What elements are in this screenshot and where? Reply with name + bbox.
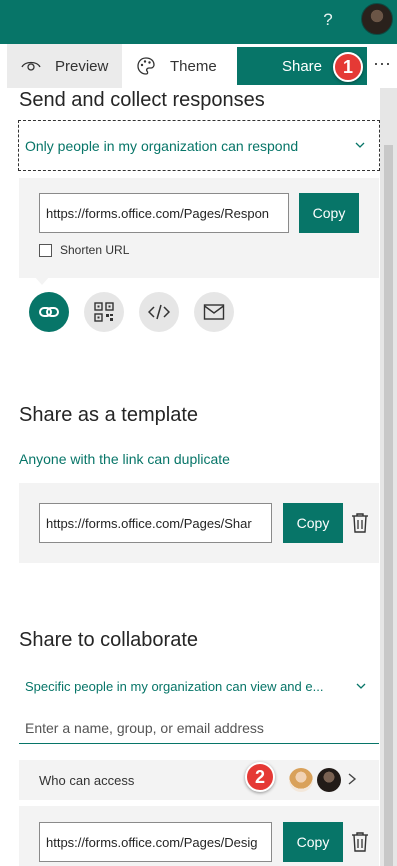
shorten-url-checkbox[interactable]: [39, 244, 52, 257]
delete-icon[interactable]: [350, 512, 370, 534]
scrollbar-thumb[interactable]: [384, 145, 393, 866]
copy-collaborate-url-button[interactable]: Copy: [283, 822, 343, 862]
chevron-down-icon: [355, 142, 365, 148]
shorten-url-label: Shorten URL: [60, 243, 130, 257]
collaborator-avatar: [317, 768, 341, 792]
collaborator-avatar: [289, 768, 313, 792]
share-embed-button[interactable]: [139, 292, 179, 332]
people-picker-input[interactable]: Enter a name, group, or email address: [19, 712, 379, 744]
share-qr-code-button[interactable]: [84, 292, 124, 332]
user-avatar[interactable]: [361, 3, 393, 35]
send-section-heading: Send and collect responses: [19, 89, 265, 111]
collaborate-permission-dropdown[interactable]: Specific people in my organization can v…: [19, 666, 379, 706]
chevron-down-icon: [356, 683, 366, 689]
chevron-right-icon: [348, 773, 357, 785]
copy-response-url-button[interactable]: Copy: [299, 193, 359, 233]
collaborate-section-heading: Share to collaborate: [19, 629, 199, 651]
template-permission-link[interactable]: Anyone with the link can duplicate: [19, 451, 230, 467]
link-icon: [39, 307, 59, 317]
preview-label: Preview: [55, 57, 109, 75]
theme-button[interactable]: Theme: [122, 44, 234, 88]
help-button[interactable]: ?: [320, 8, 336, 32]
template-section-heading: Share as a template: [19, 404, 198, 426]
response-permission-dropdown[interactable]: Only people in my organization can respo…: [18, 120, 380, 171]
panel-pointer: [34, 276, 50, 285]
annotation-badge-1: 1: [333, 52, 363, 82]
share-email-button[interactable]: [194, 292, 234, 332]
embed-code-icon: [148, 304, 170, 320]
response-url-field[interactable]: https://forms.office.com/Pages/Respon: [39, 193, 289, 233]
copy-template-url-button[interactable]: Copy: [283, 503, 343, 543]
response-permission-value: Only people in my organization can respo…: [25, 137, 299, 154]
theme-label: Theme: [170, 57, 217, 75]
preview-button[interactable]: Preview: [7, 44, 122, 88]
who-can-access-label: Who can access: [39, 772, 135, 788]
more-options-button[interactable]: ···: [373, 54, 391, 76]
palette-icon: [137, 57, 155, 75]
template-url-field[interactable]: https://forms.office.com/Pages/Shar: [39, 503, 272, 543]
email-icon: [203, 304, 225, 320]
collaborate-url-field[interactable]: https://forms.office.com/Pages/Desig: [39, 822, 272, 862]
app-header: ?: [0, 0, 397, 44]
qr-code-icon: [94, 302, 114, 322]
eye-icon: [21, 61, 41, 71]
collaborate-permission-value: Specific people in my organization can v…: [25, 678, 324, 694]
share-link-button[interactable]: [29, 292, 69, 332]
delete-icon[interactable]: [350, 831, 370, 853]
annotation-badge-2: 2: [245, 762, 275, 792]
